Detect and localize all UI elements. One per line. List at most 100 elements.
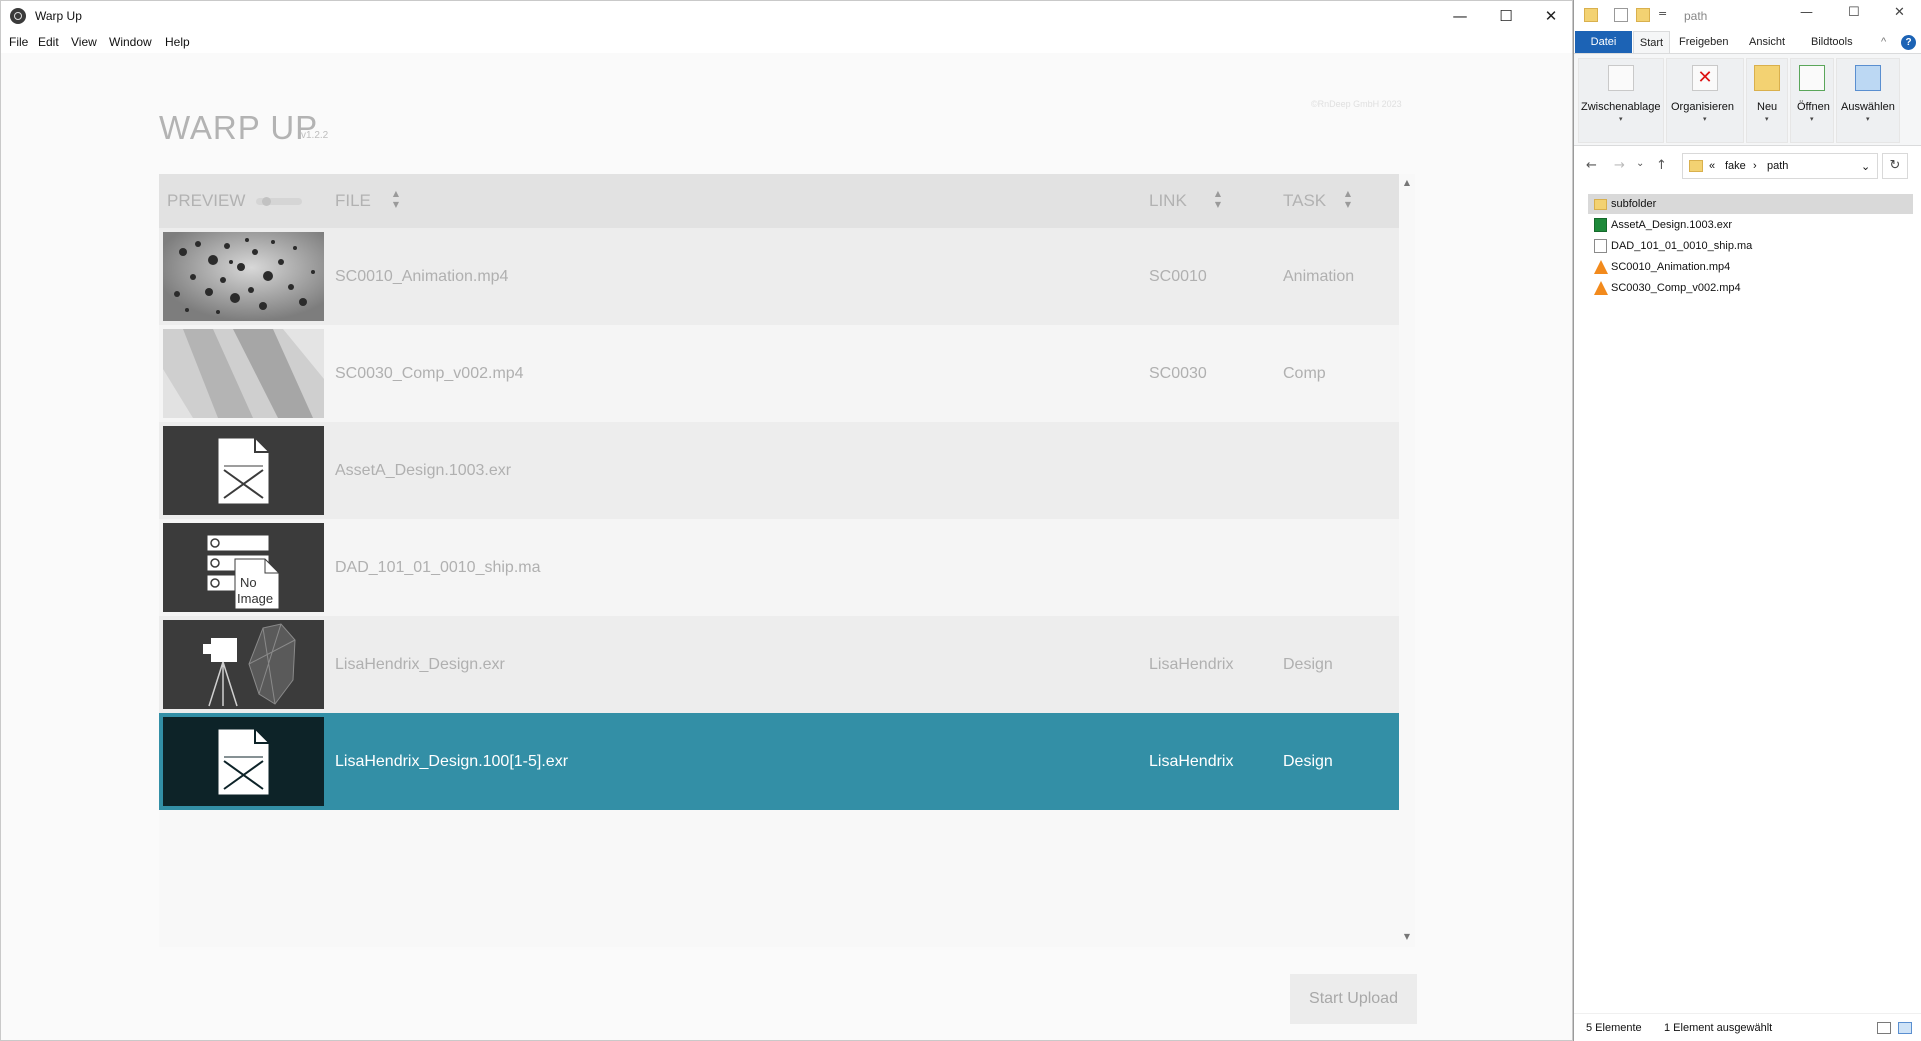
ribbon-tabs: Datei Start Freigeben Ansicht Bildtools …: [1574, 31, 1921, 53]
vlc-media-icon: [1594, 260, 1608, 274]
column-header-link[interactable]: LINK: [1149, 191, 1187, 211]
close-button[interactable]: ✕: [1528, 1, 1572, 31]
ribbon-group-organisieren[interactable]: ✕ Organisieren ▾: [1666, 58, 1744, 143]
help-icon[interactable]: ?: [1901, 35, 1916, 50]
chevron-down-icon: ▾: [1810, 115, 1814, 123]
breadcrumb-chevron[interactable]: «: [1709, 160, 1715, 172]
file-name: DAD_101_01_0010_ship.ma: [1611, 240, 1753, 252]
file-name: AssetA_Design.1003.exr: [1611, 219, 1733, 231]
no-image-label: No: [240, 575, 257, 590]
ribbon-label: Neu: [1757, 101, 1778, 113]
file-name: SC0010_Animation.mp4: [335, 268, 509, 285]
chevron-down-icon: ▾: [1619, 115, 1623, 123]
scroll-up-icon[interactable]: ▲: [1402, 178, 1412, 187]
table-row[interactable]: AssetA_Design.1003.exr: [159, 422, 1399, 519]
address-dropdown-icon[interactable]: ⌄: [1861, 160, 1870, 173]
title-bar: Warp Up — ☐ ✕: [1, 1, 1572, 31]
explorer-title-bar: = path — ☐ ✕: [1574, 0, 1921, 31]
column-header-file[interactable]: FILE: [335, 191, 371, 211]
window-title: Warp Up: [35, 9, 82, 23]
sort-task-icon[interactable]: ▲ ▼: [1343, 188, 1353, 212]
explorer-minimize-button[interactable]: —: [1800, 5, 1813, 20]
explorer-title: path: [1684, 9, 1708, 23]
file-name: SC0030_Comp_v002.mp4: [335, 365, 524, 382]
column-header-task[interactable]: TASK: [1283, 191, 1326, 211]
tab-ansicht[interactable]: Ansicht: [1749, 31, 1785, 53]
chevron-down-icon: ▾: [1866, 115, 1870, 123]
menu-file[interactable]: File: [9, 35, 28, 49]
scroll-down-icon[interactable]: ▼: [1402, 932, 1412, 941]
file-name: subfolder: [1611, 198, 1657, 210]
new-folder-icon[interactable]: [1636, 8, 1650, 22]
document-icon: [1594, 239, 1607, 253]
ribbon-label: Auswählen: [1841, 101, 1895, 113]
preview-toggle[interactable]: [256, 197, 302, 206]
table-row-selected[interactable]: LisaHendrix_Design.100[1-5].exr LisaHend…: [159, 713, 1399, 810]
maximize-button[interactable]: ☐: [1483, 1, 1529, 31]
preview-thumbnail: [163, 426, 324, 515]
table-row[interactable]: LisaHendrix_Design.exr LisaHendrix Desig…: [159, 616, 1399, 713]
breadcrumb-path[interactable]: path: [1767, 160, 1788, 172]
menu-view[interactable]: View: [71, 35, 97, 49]
tab-bildtools[interactable]: Bildtools: [1811, 31, 1853, 53]
table-row[interactable]: SC0030_Comp_v002.mp4 SC0030 Comp: [159, 325, 1399, 422]
table-row[interactable]: No Image DAD_101_01_0010_ship.ma: [159, 519, 1399, 616]
explorer-maximize-button[interactable]: ☐: [1848, 5, 1860, 20]
chevron-down-icon: ▾: [1765, 115, 1769, 123]
gray-shapes-render-icon: [163, 329, 324, 418]
breadcrumb-fake[interactable]: fake: [1725, 160, 1746, 172]
ribbon-group-neu[interactable]: Neu ▾: [1746, 58, 1788, 143]
list-item[interactable]: AssetA_Design.1003.exr: [1588, 215, 1913, 235]
sort-file-icon[interactable]: ▲ ▼: [391, 188, 401, 212]
folder-icon: [1689, 160, 1703, 172]
ribbon-collapse-icon[interactable]: ^: [1881, 31, 1886, 53]
tab-start[interactable]: Start: [1633, 31, 1670, 53]
explorer-close-button[interactable]: ✕: [1894, 5, 1905, 20]
large-icons-view-icon[interactable]: [1898, 1022, 1912, 1034]
link-value: SC0030: [1149, 365, 1207, 382]
file-explorer-window: = path — ☐ ✕ Datei Start Freigeben Ansic…: [1573, 0, 1921, 1041]
link-value: LisaHendrix: [1149, 753, 1234, 770]
file-name: LisaHendrix_Design.exr: [335, 656, 505, 673]
clipboard-icon: [1608, 65, 1634, 91]
app-logo-icon: [10, 8, 26, 24]
table-row[interactable]: SC0010_Animation.mp4 SC0010 Animation: [159, 228, 1399, 325]
table-scrollbar[interactable]: ▲ ▼: [1399, 174, 1415, 947]
tab-freigeben[interactable]: Freigeben: [1679, 31, 1729, 53]
select-icon: [1855, 65, 1881, 91]
up-arrow-icon[interactable]: ↑: [1656, 158, 1667, 173]
ribbon-group-zwischenablage[interactable]: Zwischenablage ▾: [1578, 58, 1664, 143]
warp-up-window: Warp Up — ☐ ✕ File Edit View Window Help…: [0, 0, 1573, 1041]
menu-help[interactable]: Help: [165, 35, 190, 49]
quick-access-dropdown-icon[interactable]: =: [1658, 7, 1667, 20]
link-value: LisaHendrix: [1149, 656, 1234, 673]
menu-window[interactable]: Window: [109, 35, 152, 49]
list-item[interactable]: DAD_101_01_0010_ship.ma: [1588, 236, 1913, 256]
list-item[interactable]: SC0010_Animation.mp4: [1588, 257, 1913, 277]
refresh-button[interactable]: ↻: [1882, 153, 1908, 179]
preview-thumbnail: [163, 620, 324, 709]
list-item-subfolder[interactable]: subfolder: [1588, 194, 1913, 214]
copyright-notice: ©RnDeep GmbH 2023: [1311, 99, 1402, 109]
details-view-icon[interactable]: [1877, 1022, 1891, 1034]
preview-thumbnail: [163, 232, 324, 321]
ribbon-label: Öffnen: [1797, 101, 1830, 113]
ribbon-group-auswaehlen[interactable]: Auswählen ▾: [1836, 58, 1900, 143]
list-item[interactable]: SC0030_Comp_v002.mp4: [1588, 278, 1913, 298]
address-bar[interactable]: « fake › path ⌄: [1682, 153, 1878, 179]
table-header: PREVIEW FILE ▲ ▼ LINK ▲ ▼ TASK ▲ ▼: [159, 174, 1399, 228]
sort-link-icon[interactable]: ▲ ▼: [1213, 188, 1223, 212]
minimize-button[interactable]: —: [1437, 1, 1483, 31]
properties-icon[interactable]: [1614, 8, 1628, 22]
forward-arrow-icon[interactable]: →: [1614, 158, 1625, 173]
menu-edit[interactable]: Edit: [38, 35, 59, 49]
back-arrow-icon[interactable]: ←: [1586, 158, 1597, 173]
preview-thumbnail: [163, 717, 324, 806]
preview-thumbnail: No Image: [163, 523, 324, 612]
start-upload-button[interactable]: Start Upload: [1290, 974, 1417, 1024]
ribbon-group-oeffnen[interactable]: Öffnen ▾: [1790, 58, 1834, 143]
file-name: SC0010_Animation.mp4: [1611, 261, 1731, 273]
recent-locations-icon[interactable]: ⌄: [1636, 158, 1644, 169]
tab-datei[interactable]: Datei: [1575, 31, 1632, 53]
task-value: Animation: [1283, 268, 1355, 285]
